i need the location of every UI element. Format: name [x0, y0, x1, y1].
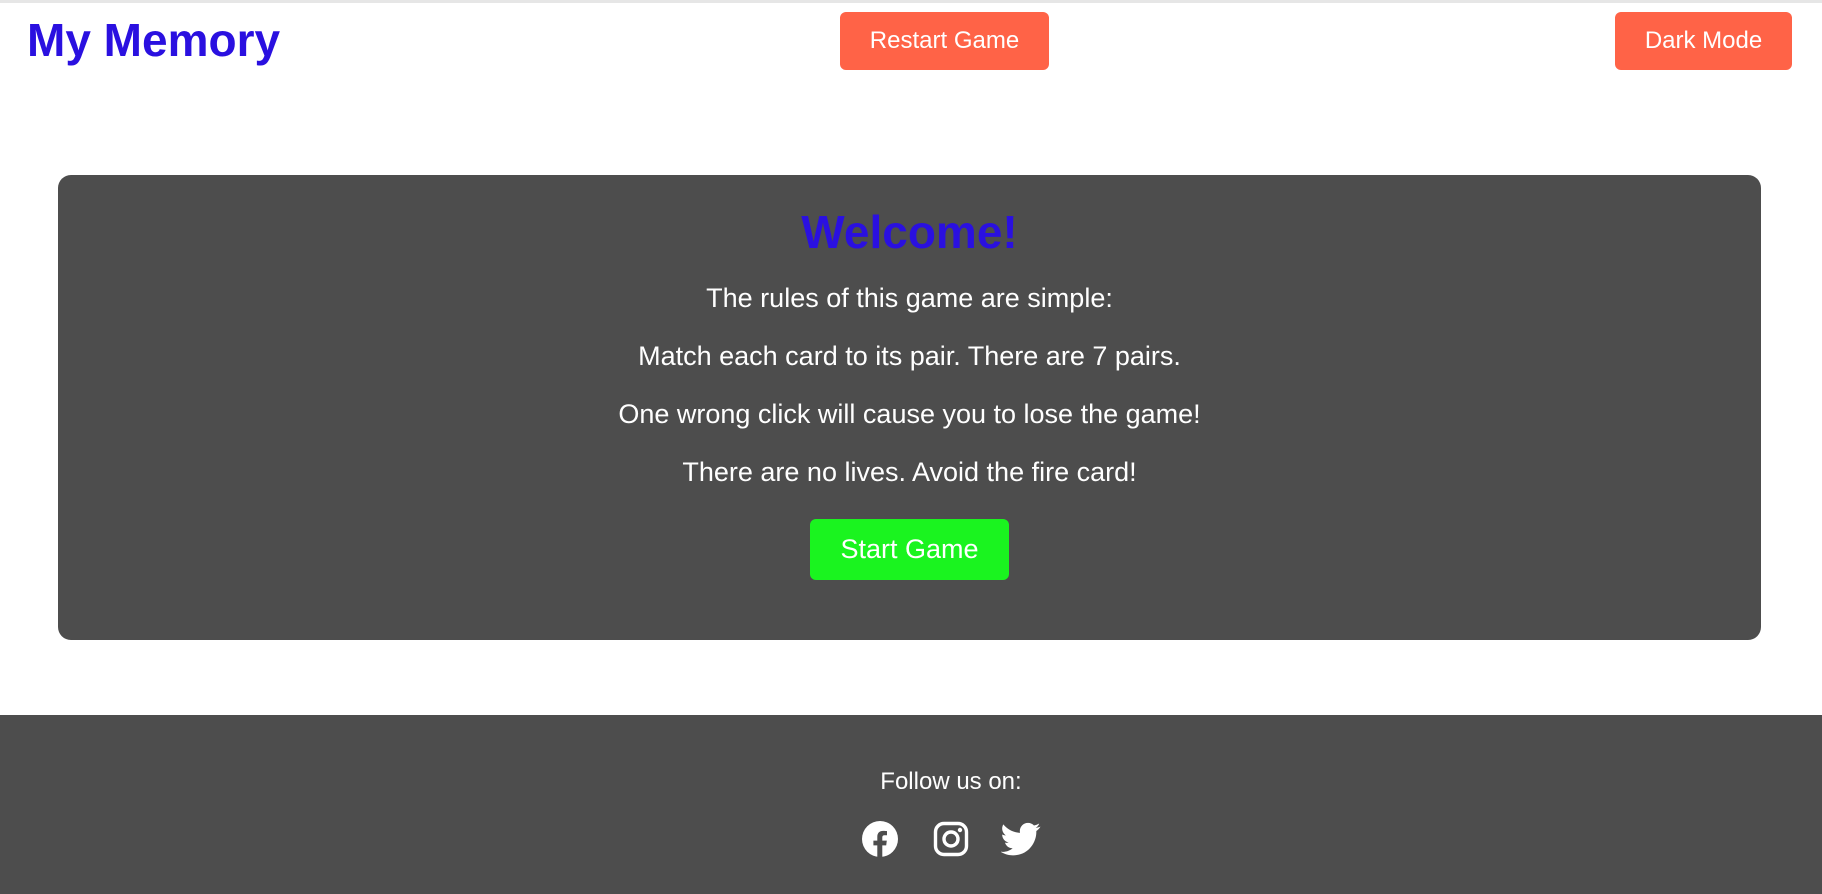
restart-game-button[interactable]: Restart Game: [840, 12, 1049, 70]
welcome-panel: Welcome! The rules of this game are simp…: [58, 175, 1761, 640]
header: My Memory Restart Game Dark Mode: [0, 0, 1822, 80]
page-title: My Memory: [27, 14, 281, 66]
dark-mode-button[interactable]: Dark Mode: [1615, 12, 1792, 70]
rule-text: There are no lives. Avoid the fire card!: [682, 457, 1137, 487]
rule-text: Match each card to its pair. There are 7…: [638, 341, 1181, 371]
welcome-title: Welcome!: [801, 206, 1018, 258]
rule-text: The rules of this game are simple:: [706, 283, 1113, 313]
twitter-icon[interactable]: [1001, 819, 1041, 859]
start-game-button[interactable]: Start Game: [810, 519, 1009, 580]
footer: Follow us on:: [0, 715, 1822, 894]
rule-text: One wrong click will cause you to lose t…: [618, 399, 1201, 429]
facebook-icon[interactable]: [860, 819, 900, 859]
follow-us-text: Follow us on:: [880, 768, 1022, 795]
instagram-icon[interactable]: [931, 819, 971, 859]
